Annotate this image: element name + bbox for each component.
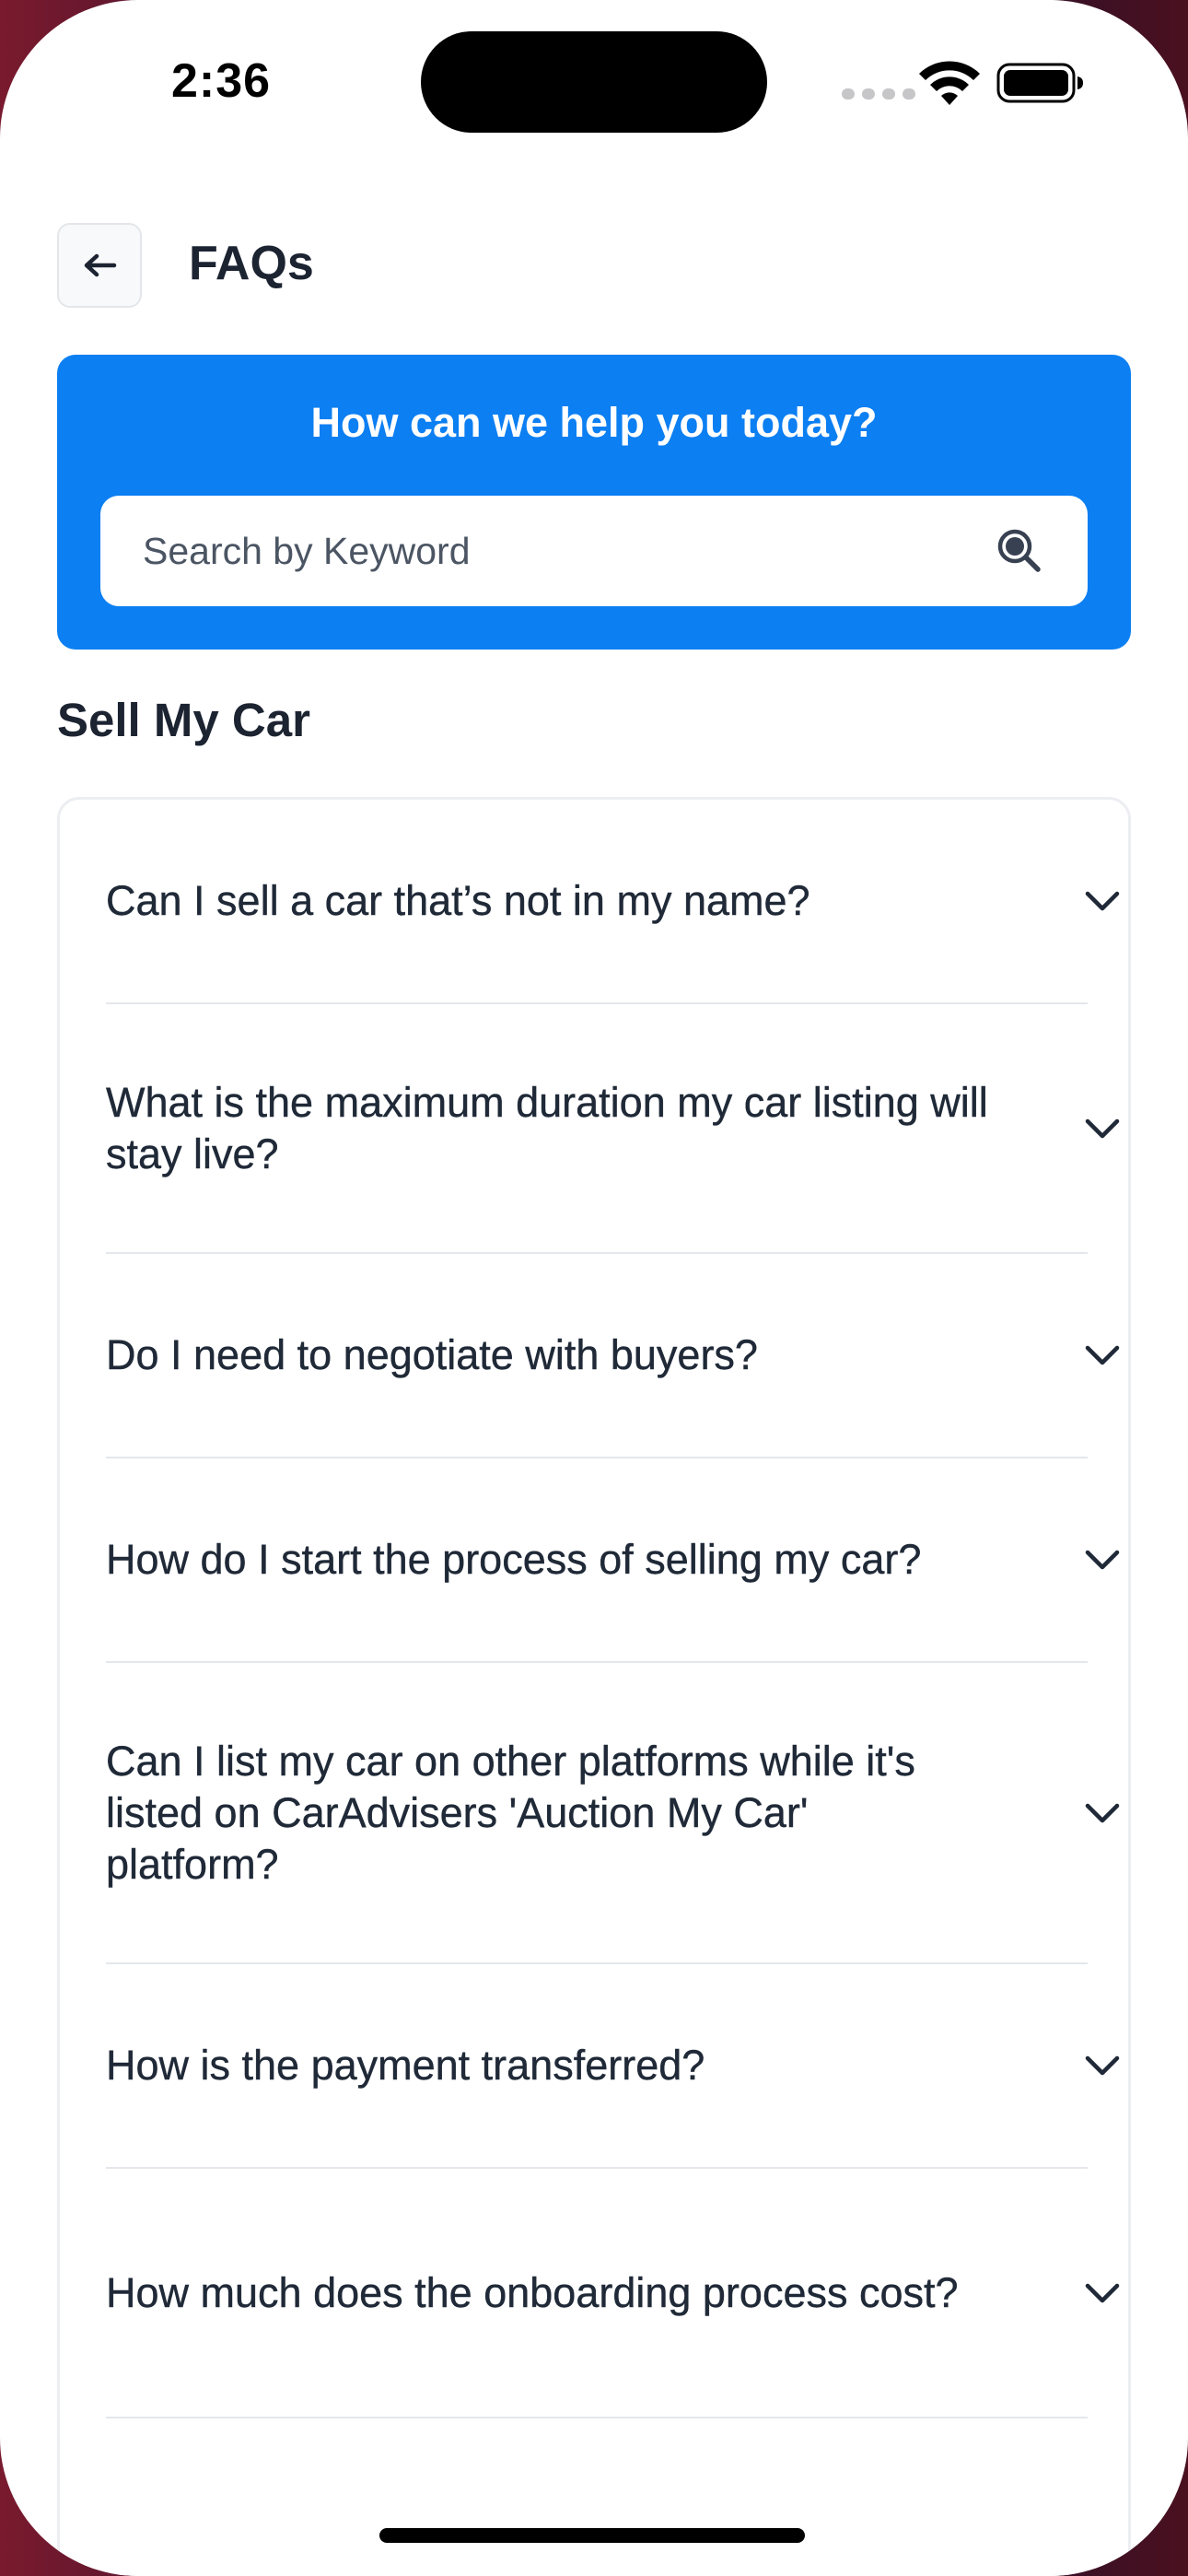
status-time: 2:36: [171, 54, 272, 108]
faq-item[interactable]: How do I start the process of selling my…: [106, 1458, 1120, 1663]
faq-item[interactable]: How much does the onboarding process cos…: [106, 2169, 1120, 2418]
home-indicator: [379, 2528, 805, 2543]
back-button[interactable]: [57, 223, 142, 308]
chevron-down-icon[interactable]: [1084, 1344, 1121, 1366]
chevron-down-icon[interactable]: [1084, 2282, 1121, 2304]
phone-screen: 2:36 FAQs How can we help you today? Sea…: [0, 0, 1188, 2576]
faq-item[interactable]: Can I sell a car that’s not in my name?: [106, 800, 1120, 1004]
faq-question: How much does the onboarding process cos…: [106, 2268, 959, 2316]
search-icon[interactable]: [996, 527, 1043, 575]
wifi-icon: [919, 61, 980, 105]
faq-item[interactable]: What is the maximum duration my car list…: [106, 1004, 1120, 1254]
battery-icon: [996, 63, 1083, 103]
faq-question: Do I need to negotiate with buyers?: [106, 1331, 758, 1378]
page-title: FAQs: [189, 237, 314, 290]
chevron-down-icon[interactable]: [1084, 1549, 1121, 1571]
chevron-down-icon[interactable]: [1084, 2055, 1121, 2077]
cellular-signal-icon: [842, 88, 915, 100]
faq-question: Can I list my car on other platforms whi…: [106, 1737, 915, 1888]
chevron-down-icon[interactable]: [1084, 1802, 1121, 1824]
faq-question: Can I sell a car that’s not in my name?: [106, 877, 810, 924]
chevron-down-icon[interactable]: [1084, 890, 1121, 912]
arrow-left-icon: [84, 253, 117, 277]
faq-item[interactable]: How is the payment transferred?: [106, 1964, 1120, 2169]
faq-question: What is the maximum duration my car list…: [106, 1078, 988, 1177]
faq-item[interactable]: Can I list my car on other platforms whi…: [106, 1663, 1120, 1964]
help-banner-title: How can we help you today?: [310, 399, 878, 446]
search-box: [100, 496, 1088, 606]
faq-item[interactable]: Do I need to negotiate with buyers?: [106, 1254, 1120, 1458]
chevron-down-icon[interactable]: [1084, 1118, 1121, 1140]
faq-question: How is the payment transferred?: [106, 2042, 705, 2089]
faq-list: Can I sell a car that’s not in my name? …: [57, 797, 1131, 2576]
search-input[interactable]: [143, 496, 972, 606]
section-title: Sell My Car: [57, 694, 310, 746]
faq-question: How do I start the process of selling my…: [106, 1536, 922, 1583]
help-banner: How can we help you today?: [57, 355, 1131, 650]
dynamic-island: [421, 31, 767, 133]
